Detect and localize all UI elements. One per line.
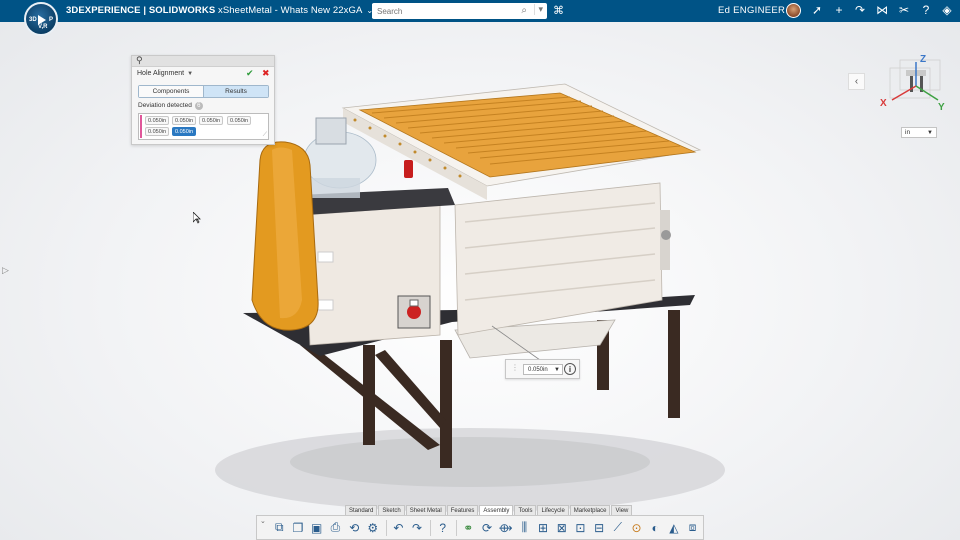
compass-apps-icon[interactable]: ◈ [940, 3, 954, 17]
rebuild-icon[interactable]: ⟲ [346, 519, 363, 537]
tab-marketplace[interactable]: Marketplace [569, 505, 611, 515]
rotate-component-icon[interactable]: ⟴ [497, 519, 514, 537]
display-style-icon[interactable]: ◭ [666, 519, 683, 537]
mouse-cursor-icon [193, 212, 201, 224]
tab-view[interactable]: View [611, 505, 633, 515]
exploded-view-icon[interactable]: ⊠ [553, 519, 570, 537]
deviation-label: Deviation detected 6 [138, 102, 203, 110]
deviation-value-chip[interactable]: 0.050in [227, 116, 252, 125]
network-icon[interactable]: ⋈ [875, 3, 889, 17]
chevron-down-icon: ▼ [187, 71, 194, 77]
deviation-value-chip[interactable]: 0.050in [199, 116, 224, 125]
help-icon[interactable]: ? [919, 3, 933, 17]
chevron-down-icon[interactable]: ▾ [534, 4, 543, 15]
view-orientation-icon[interactable]: ⧈ [684, 519, 701, 537]
collapse-panel-button[interactable]: ‹ [848, 73, 865, 90]
deviation-callout: ⋮ 0.050in ▼ i [505, 359, 580, 379]
search-box[interactable]: ⌕ ▾ [372, 3, 547, 19]
tab-assembly[interactable]: Assembly [479, 505, 514, 515]
tab-sketch[interactable]: Sketch [378, 505, 405, 515]
tab-results[interactable]: Results [203, 86, 268, 97]
drag-handle-icon[interactable]: ⋮ [511, 363, 519, 372]
move-component-icon[interactable]: ⟳ [479, 519, 496, 537]
deviation-count-badge: 6 [194, 102, 203, 110]
collaborate-icon[interactable]: ↷ [853, 3, 867, 17]
interference-detection-icon[interactable]: ⊡ [572, 519, 589, 537]
undo-icon[interactable]: ↶ [390, 519, 407, 537]
redo-icon[interactable]: ↷ [409, 519, 426, 537]
deviation-value-chip[interactable]: 0.050in [145, 127, 170, 136]
hole-alignment-panel: ⚲ Hole Alignment ▼ ✔ ✖ Components Results… [131, 55, 275, 145]
plus-icon[interactable]: + [832, 3, 846, 17]
mate-icon[interactable]: ⚭ [460, 519, 477, 537]
save-icon[interactable]: ▣ [308, 519, 325, 537]
resize-handle-icon[interactable]: ⟋ [263, 132, 267, 139]
callout-value-dropdown[interactable]: 0.050in ▼ [523, 364, 563, 375]
selection-indicator [140, 115, 142, 138]
tab-components[interactable]: Components [139, 86, 203, 97]
triad-y-label: Y [938, 102, 945, 112]
triad-z-label: Z [920, 54, 926, 65]
deviation-value-chip[interactable]: 0.050in [172, 116, 197, 125]
tab-features[interactable]: Features [446, 505, 479, 515]
open-icon[interactable]: ❐ [290, 519, 307, 537]
search-icon[interactable]: ⌕ [521, 5, 527, 16]
measure-icon[interactable]: ⟋ [609, 519, 626, 537]
clearance-icon[interactable]: ⊟ [591, 519, 608, 537]
tab-sheet-metal[interactable]: Sheet Metal [405, 505, 446, 515]
search-input[interactable] [372, 4, 512, 18]
info-icon[interactable]: i [564, 363, 576, 375]
expand-left-panel-icon[interactable]: ▷ [2, 265, 9, 276]
action-bar-tabs: Standard Sketch Sheet Metal Features Ass… [345, 505, 633, 515]
deviation-value-chip[interactable]: 0.050in [145, 116, 170, 125]
app-title[interactable]: 3DEXPERIENCE | SOLIDWORKS xSheetMetal - … [66, 5, 373, 16]
view-triad[interactable]: Z X Y [880, 50, 950, 112]
units-dropdown[interactable]: in ▼ [901, 127, 937, 138]
deviation-value-chip-selected[interactable]: 0.050in [172, 127, 197, 136]
hole-alignment-icon[interactable]: ⊙ [628, 519, 645, 537]
close-button[interactable]: ✖ [262, 68, 270, 79]
save-as-icon[interactable]: ⎙ [327, 519, 344, 537]
help-icon[interactable]: ? [434, 519, 451, 537]
panel-header[interactable]: ⚲ [132, 55, 274, 67]
share-icon[interactable]: ➚ [810, 3, 824, 17]
tab-tools[interactable]: Tools [514, 505, 537, 515]
tab-standard[interactable]: Standard [345, 505, 378, 515]
smart-fasteners-icon[interactable]: ⊞ [535, 519, 552, 537]
action-bar: ⌄ ⧉ ❐ ▣ ⎙ ⟲ ⚙ ↶ ↷ ? ⚭ ⟳ ⟴ ⫼ ⊞ ⊠ ⊡ ⊟ ⟋ ⊙ … [256, 515, 704, 540]
linear-pattern-icon[interactable]: ⫼ [516, 519, 533, 537]
chevron-down-icon[interactable]: ⌄ [260, 517, 266, 525]
tools-icon[interactable]: ✂ [897, 3, 911, 17]
options-gear-icon[interactable]: ⚙ [364, 519, 381, 537]
user-name[interactable]: Ed ENGINEER [718, 5, 785, 16]
insert-component-icon[interactable]: ⧉ [271, 519, 288, 537]
deviation-values-list[interactable]: 0.050in 0.050in 0.050in 0.050in 0.050in … [138, 113, 269, 140]
top-bar: 3DEXPERIENCE | SOLIDWORKS xSheetMetal - … [0, 0, 960, 22]
tag-icon[interactable]: ⌘ [553, 4, 564, 17]
pin-icon[interactable]: ⚲ [136, 55, 143, 66]
panel-titlebar: Hole Alignment ▼ ✔ ✖ [132, 67, 274, 81]
section-view-icon[interactable]: ◐ [647, 519, 664, 537]
avatar[interactable] [786, 3, 801, 18]
chevron-down-icon: ▼ [554, 367, 560, 373]
panel-title[interactable]: Hole Alignment ▼ [137, 70, 193, 77]
floor-shadow [290, 437, 650, 487]
confirm-button[interactable]: ✔ [246, 68, 254, 79]
tab-lifecycle[interactable]: Lifecycle [537, 505, 569, 515]
chevron-down-icon: ▼ [927, 130, 933, 136]
compass-widget[interactable]: 3D P V,R [24, 2, 58, 36]
panel-tabs: Components Results [138, 85, 269, 98]
triad-x-label: X [880, 98, 887, 109]
